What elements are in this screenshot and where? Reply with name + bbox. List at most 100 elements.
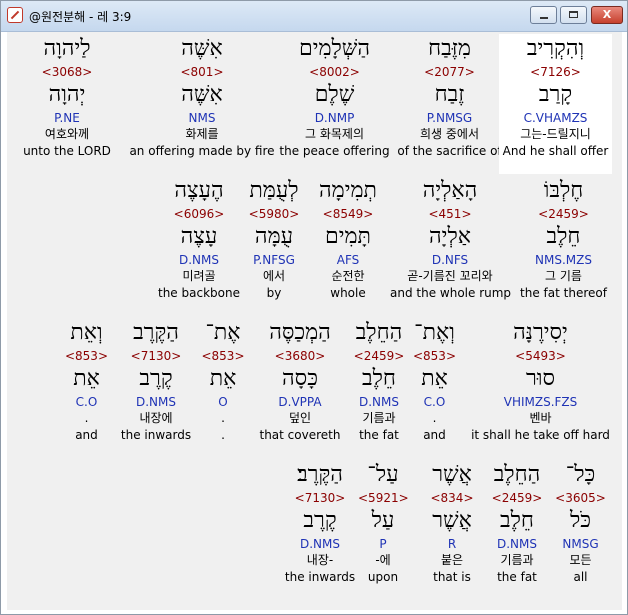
lemma-word: קֶרֶב [303, 508, 337, 533]
strong-number: <3605> [555, 491, 606, 505]
morphology-code: D.NFS [431, 253, 469, 267]
strong-number: <7126> [530, 65, 581, 79]
english-gloss: the backbone [158, 286, 240, 300]
word-cell[interactable]: מִזֶּבַח <2077> זֶבַח P.NMSG 희생 중에서 of the sa… [392, 34, 507, 172]
english-gloss: that is [433, 570, 471, 584]
lemma-word: עַל [371, 508, 395, 533]
word-cell[interactable]: כָּל־ <3605> כֹּל NMSG 모든 all [549, 460, 612, 598]
minimize-button[interactable] [530, 6, 557, 24]
morphology-code: D.NMS [178, 253, 219, 267]
english-gloss: that covereth [259, 428, 341, 442]
word-cell[interactable]: הֶעָצֶה <6096> עָצֶה D.NMS 미려골 the backbone [145, 176, 253, 314]
hebrew-word: אִשֶּׁה [181, 36, 223, 61]
hebrew-word: חֶלְבּוֹ [543, 178, 584, 203]
strong-number: <7130> [294, 491, 346, 505]
word-cell[interactable]: לַיהוָה <3068> יְהוָה P.NE 여호와께 unto the LORD [7, 34, 127, 172]
korean-gloss: 미려골 [182, 269, 216, 283]
hebrew-word: כָּל־ [565, 462, 596, 487]
word-cell[interactable]: יְסִירֶנָּה <5493> סוּר VHIMZS.FZS 벤바 it shal… [469, 318, 612, 456]
english-gloss: and [423, 428, 446, 442]
morphology-code: C.O [75, 395, 98, 409]
hebrew-word: וְהִקְרִיב [526, 36, 585, 61]
morphology-code: R [447, 537, 457, 551]
english-gloss: of the sacrifice of [397, 144, 502, 158]
word-cell[interactable]: אִשֶּׁה <801> אִשֶּׁה NMS 화제를 an offering mad… [127, 34, 277, 172]
hebrew-word: הֶעָצֶה [174, 178, 224, 203]
word-cell[interactable]: הַשְּׁלָמִים <8002> שֶׁלֶם D.NMP 그 화목제의 the p… [277, 34, 392, 172]
english-gloss: the peace offering [279, 144, 390, 158]
lemma-word: אַלְיָה [429, 224, 471, 249]
word-cell[interactable]: אֶת־ <853> אֵת O.. [198, 318, 248, 456]
korean-gloss: -에 [375, 553, 391, 567]
morphology-code: D.VPPA [278, 395, 322, 409]
word-cell[interactable]: הַקֶּרֶב <7130> קֶרֶב D.NMS 내장에 the inwards [111, 318, 201, 456]
english-gloss: whole [330, 286, 366, 300]
lemma-word: שֶׁלֶם [314, 82, 355, 107]
word-cell[interactable]: וְהִקְרִיב <7126> קָרַב C.VHAMZS 그는-드릴지니 And … [499, 34, 612, 174]
word-cell[interactable]: חֶלְבּוֹ <2459> חֵלֶב NMS.MZS 그 기름 the fat th… [515, 176, 612, 314]
korean-gloss: 벤바 [529, 411, 552, 425]
morphology-code: P [379, 537, 387, 551]
morphology-code: NMSG [562, 537, 599, 551]
english-gloss: the fat [497, 570, 537, 584]
lemma-word: חֵלֶב [500, 508, 534, 533]
strong-number: <3068> [41, 65, 93, 79]
lemma-word: אֵת [73, 366, 100, 391]
window-title: @원전분해 - 레 3:9 [29, 10, 132, 24]
morphology-code: P.NFSG [253, 253, 295, 267]
strong-number: <6096> [173, 207, 225, 221]
english-gloss: all [573, 570, 588, 584]
lemma-word: עָצֶה [180, 224, 218, 249]
lemma-word: כָּסָה [282, 366, 318, 391]
morphology-code: P.NE [54, 111, 80, 125]
lemma-word: קָרַב [538, 82, 573, 107]
korean-gloss: 그 기름 [545, 269, 582, 283]
word-cell[interactable]: הַחֵלֶב <2459> חֵלֶב D.NMS 기름과 the fat [487, 460, 547, 598]
korean-gloss: . [432, 411, 437, 425]
word-cell[interactable]: וְאֶת־ <853> אֵת C.O. and [407, 318, 462, 456]
strong-number: <5921> [358, 491, 409, 505]
korean-gloss: 기름과 [500, 553, 534, 567]
strong-number: <5980> [248, 207, 300, 221]
lemma-word: אֵת [209, 366, 237, 391]
close-button[interactable]: X [591, 6, 623, 24]
strong-number: <8002> [309, 65, 360, 79]
word-cell[interactable]: אֲשֶׁר <834> אֲשֶׁר R 붙은 that is [415, 460, 489, 598]
english-gloss: . [221, 428, 225, 442]
lemma-word: אֲשֶׁר [432, 508, 472, 533]
minimize-icon [540, 17, 548, 19]
word-cell[interactable]: הַקֶּרֶב׃ <7130> קֶרֶב D.NMS 내장-the inwards [279, 460, 361, 598]
morphology-code: AFS [336, 253, 360, 267]
hebrew-word: מִזֶּבַח [428, 36, 471, 61]
english-gloss: and the whole rump [390, 286, 512, 300]
korean-gloss: 여호와께 [44, 127, 90, 141]
korean-gloss: 덮인 [288, 411, 312, 425]
maximize-button[interactable] [560, 6, 587, 24]
title-bar[interactable]: @원전분해 - 레 3:9 X [1, 1, 627, 32]
word-cell[interactable]: תְמִימָה <8549> תָּמִים AFS 순전한 whole [313, 176, 383, 314]
strong-number: <5493> [515, 349, 566, 363]
korean-gloss: 내장에 [139, 411, 173, 425]
hebrew-word: וְאֵת [70, 320, 103, 345]
english-gloss: an offering made by fire [129, 144, 275, 158]
strong-number: <7130> [130, 349, 182, 363]
lemma-word: אִשֶּׁה [181, 82, 223, 107]
lemma-word: תָּמִים [325, 224, 371, 249]
hebrew-word: אֶת־ [205, 320, 241, 345]
english-gloss: by [266, 286, 282, 300]
hebrew-word: עַל־ [367, 462, 399, 487]
close-icon: X [602, 8, 612, 21]
lemma-word: קֶרֶב [139, 366, 173, 391]
morphology-code: C.O [423, 395, 446, 409]
english-gloss: upon [367, 570, 399, 584]
word-cell[interactable]: לְעֻמַּת <5980> עֻמָּה P.NFSG 에서 by [243, 176, 305, 314]
word-cell[interactable]: הָאַלְיָה <451> אַלְיָה D.NFS 곧-기름진 꼬리와 and t… [390, 176, 512, 314]
morphology-code: D.NMS [135, 395, 176, 409]
hebrew-word: הַחֵלֶב [493, 462, 541, 487]
hebrew-word: וְאֶת־ [414, 320, 455, 345]
word-cell[interactable]: עַל־ <5921> עַל P -에 upon [358, 460, 409, 598]
word-cell[interactable]: הַמְכַסֶּה <3680> כָּסָה D.VPPA 덮인 that cover… [253, 318, 347, 456]
strong-number: <2459> [491, 491, 543, 505]
strong-number: <2077> [424, 65, 475, 79]
word-cell[interactable]: וְאֵת <853> אֵת C.O. and [59, 318, 114, 456]
